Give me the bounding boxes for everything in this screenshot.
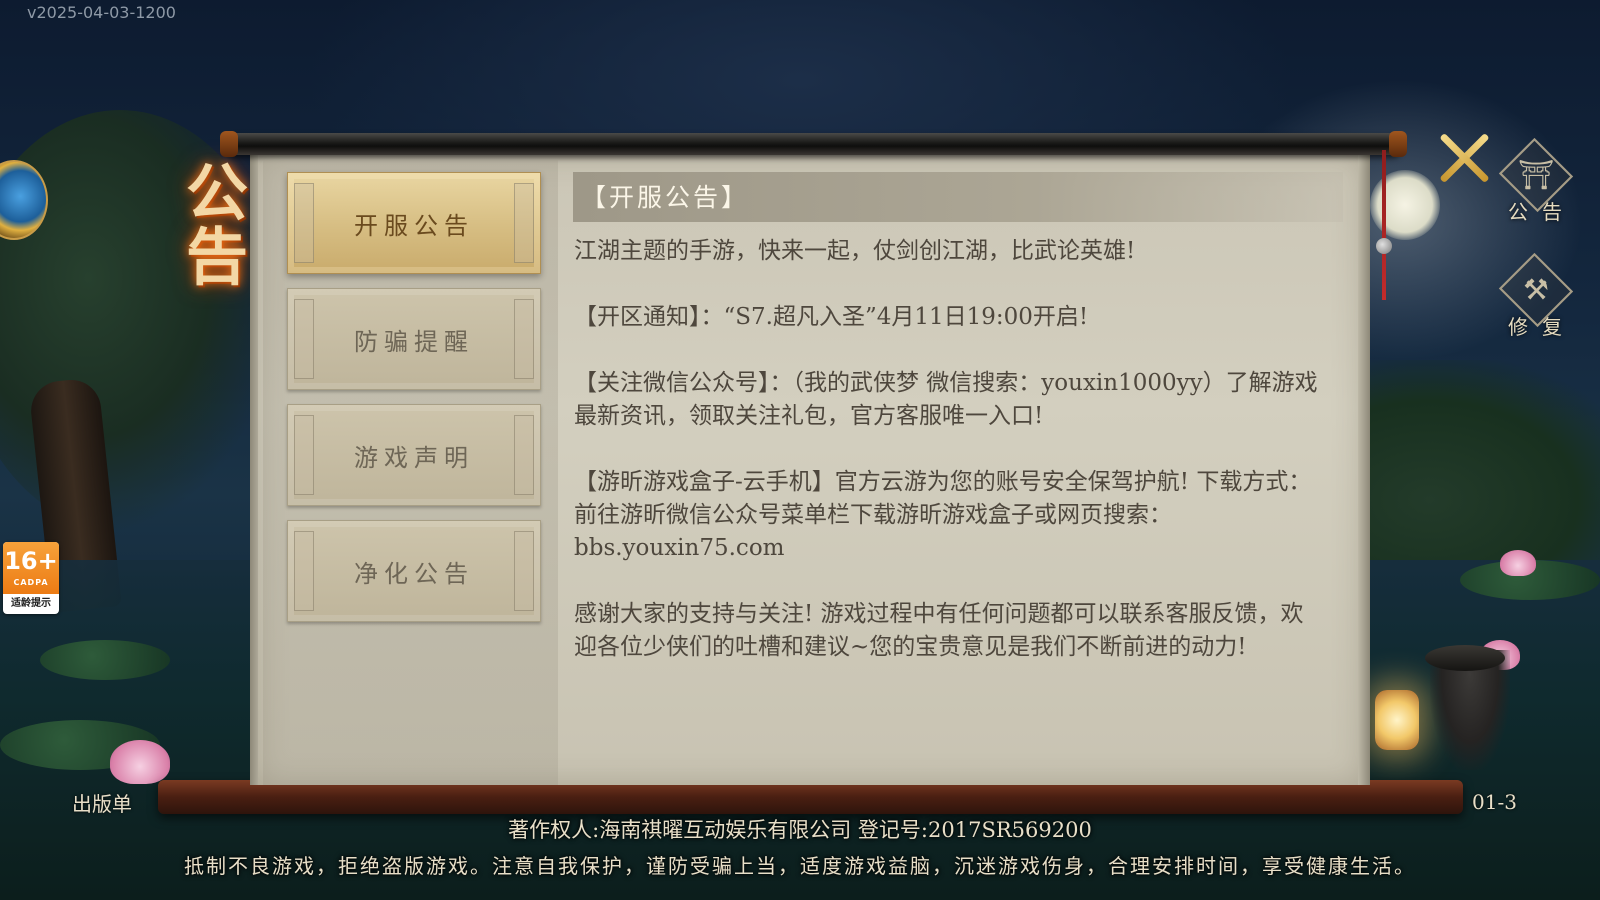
- health-gaming-notice: 抵制不良游戏，拒绝盗版游戏。注意自我保护，谨防受骗上当，适度游戏益脑，沉迷游戏伤…: [184, 854, 1416, 878]
- scroll-bottom-roller: [158, 780, 1463, 814]
- content-paragraph: 【开区通知】：“S7.超凡入圣”4月11日19:00开启!: [574, 304, 1089, 330]
- tab-game-statement[interactable]: 游戏声明: [287, 404, 541, 506]
- close-icon[interactable]: [1437, 130, 1493, 186]
- tab-anti-fraud[interactable]: 防骗提醒: [287, 288, 541, 390]
- lantern: [1375, 690, 1419, 750]
- lily-pad: [40, 640, 170, 680]
- age-rating-org: CADPA: [13, 578, 49, 587]
- age-rating-badge[interactable]: 16+ CADPA 适龄提示: [3, 542, 59, 614]
- scroll-top-rod: [220, 131, 1407, 157]
- content-paragraph: 感谢大家的支持与关注! 游戏过程中有任何问题都可以联系客服反馈，欢迎各位少侠们的…: [574, 601, 1304, 660]
- content-title: 【开服公告】: [581, 183, 750, 212]
- scroll-tassel-bead: [1376, 238, 1392, 254]
- character-hat: [1425, 645, 1505, 671]
- tab-server-open-notice[interactable]: 开服公告: [287, 172, 541, 274]
- version-label: v2025-04-03-1200: [27, 3, 176, 22]
- announcement-content: 江湖主题的手游，快来一起，仗剑创江湖，比武论英雄! 【开区通知】：“S7.超凡入…: [574, 235, 1326, 697]
- tab-purification-notice[interactable]: 净化公告: [287, 520, 541, 622]
- scroll-tassel: [1382, 150, 1386, 300]
- game-screen: v2025-04-03-1200 公告 16+ CADPA 适龄提示 开服公告 …: [0, 0, 1600, 900]
- lotus-flower: [110, 740, 170, 784]
- content-paragraph: 【关注微信公众号】：（我的武侠梦 微信搜索：youxin1000yy）了解游戏最…: [574, 370, 1318, 429]
- content-header: 【开服公告】: [573, 172, 1343, 222]
- content-paragraph: 江湖主题的手游，快来一起，仗剑创江湖，比武论英雄!: [574, 238, 1136, 264]
- scroll-paper-edge: [1358, 155, 1370, 785]
- age-rating-label: 适龄提示: [11, 598, 51, 609]
- repair-button[interactable]: ⚒ 修复: [1490, 252, 1582, 355]
- content-paragraph: 【游昕游戏盒子-云手机】官方云游为您的账号安全保驾护航! 下载方式：前往游昕微信…: [574, 469, 1312, 561]
- announcement-banner-title: 公告: [175, 160, 248, 288]
- copyright-notice: 著作权人:海南祺曜互动娱乐有限公司 登记号:2017SR569200: [508, 818, 1092, 842]
- lotus-flower: [1500, 550, 1536, 576]
- isbn-text-fragment: 01-3: [1472, 790, 1517, 814]
- age-rating-number: 16+: [4, 547, 58, 575]
- announcement-button[interactable]: ⛩ 公告: [1490, 137, 1582, 240]
- moon: [1370, 170, 1440, 240]
- publisher-text-fragment: 出版单: [72, 792, 132, 816]
